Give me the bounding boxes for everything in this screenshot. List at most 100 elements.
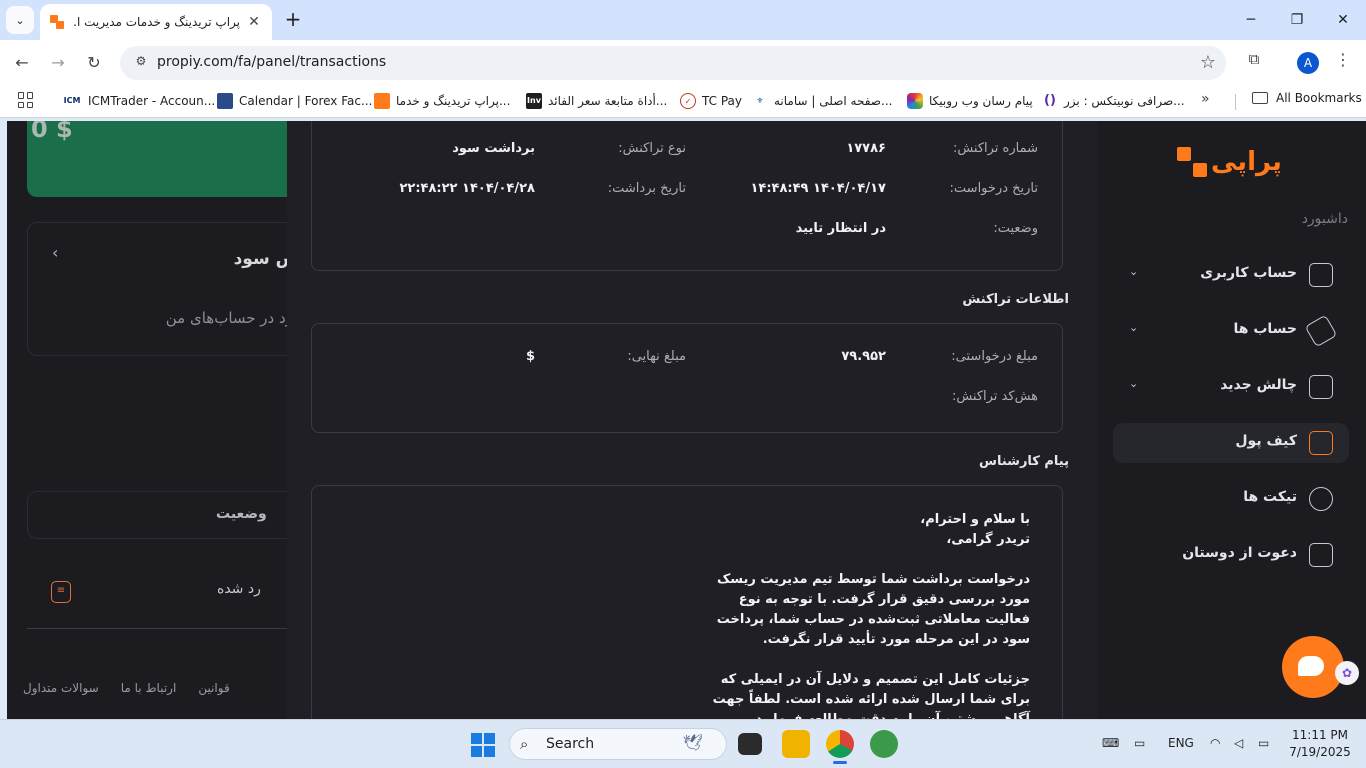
footer-link-faq[interactable]: سوالات متداول <box>23 681 99 695</box>
new-tab-button[interactable]: + <box>282 8 304 30</box>
receipt-icon <box>1309 543 1333 567</box>
chevron-down-icon[interactable]: ⌄ <box>1129 265 1138 278</box>
restore-button[interactable]: ❐ <box>1283 8 1311 32</box>
footer-link-contact[interactable]: ارتباط با ما <box>121 681 177 695</box>
windows-start-icon[interactable] <box>471 733 495 757</box>
url-text[interactable]: propiy.com/fa/panel/transactions <box>157 54 386 70</box>
footer-link-rules[interactable]: قوانین <box>198 681 229 695</box>
taskbar-search-box[interactable]: ⌕ Search 🕊 <box>509 728 727 760</box>
more-bookmarks-icon[interactable]: » <box>1201 91 1210 107</box>
browser-tab-strip: ⌄ پراپ تریدینگ و خدمات مدیریت ا... ✕ + ─… <box>0 0 1366 40</box>
display-icon[interactable]: ▭ <box>1134 736 1145 750</box>
bookmark-government-portal[interactable]: ⚜ صفحه اصلی | سامانه... <box>752 91 892 111</box>
extensions-icon[interactable]: ⧉ <box>1243 50 1265 74</box>
greeting-line-1: با سلام و احترام، <box>920 512 1030 527</box>
clock-date: 7/19/2025 <box>1289 745 1351 759</box>
bookmark-nobitex[interactable]: () صرافی نوبیتکس : بزر... <box>1042 91 1185 111</box>
wallet-icon <box>1309 431 1333 455</box>
volume-icon[interactable]: ◁ <box>1234 736 1243 750</box>
final-amount-value: $ <box>525 349 535 364</box>
transaction-details-modal: شماره تراکنش: ۱۷۷۸۶ نوع تراکنش: برداشت س… <box>287 121 1097 719</box>
site-info-icon[interactable]: ⚙ <box>132 54 150 72</box>
sidebar-item-label: تیکت ها <box>1243 489 1297 505</box>
back-button[interactable]: ← <box>9 50 35 76</box>
tab-close-icon[interactable]: ✕ <box>246 14 262 30</box>
grid-icon <box>1309 375 1333 399</box>
chat-support-bubble[interactable] <box>1282 636 1344 698</box>
sidebar-item-invite-friends[interactable]: دعوت از دوستان <box>1113 535 1349 575</box>
apps-grid-icon[interactable] <box>18 92 34 108</box>
propiy-icon <box>374 93 390 109</box>
browser-toolbar: ← → ↻ ⚙ propiy.com/fa/panel/transactions… <box>0 40 1366 86</box>
task-view-icon[interactable] <box>738 733 762 755</box>
bookmark-label: أداة متابعة سعر الفائد... <box>548 94 668 108</box>
bookmark-rubika[interactable]: پیام رسان وب روبیکا <box>907 91 1033 111</box>
sidebar-item-tickets[interactable]: تیکت ها <box>1113 479 1349 519</box>
bookmark-investing[interactable]: Inv أداة متابعة سعر الفائد... <box>526 91 667 111</box>
sidebar-item-user-account[interactable]: حساب کاربری ⌄ <box>1113 255 1349 295</box>
pencil-ruler-icon <box>1304 314 1338 348</box>
bookmark-forex-factory[interactable]: Calendar | Forex Fac... <box>217 91 372 111</box>
clock-time: 11:11 PM <box>1292 728 1348 742</box>
request-date-value: ۱۴۰۴/۰۴/۱۷ ۱۴:۴۸:۴۹ <box>750 181 886 196</box>
bookmark-label: پیام رسان وب روبیکا <box>929 94 1033 108</box>
sidebar-item-wallet[interactable]: کیف پول <box>1113 423 1349 463</box>
chevron-left-icon[interactable]: ‹ <box>52 243 58 262</box>
expert-message-text: با سلام و احترام، تریدر گرامی، درخواست ب… <box>690 510 1030 719</box>
metatrader-icon[interactable] <box>870 730 898 758</box>
close-window-button[interactable]: ✕ <box>1329 8 1357 32</box>
reload-button[interactable]: ↻ <box>81 50 107 76</box>
status-value: در انتظار تایید <box>795 221 886 236</box>
transaction-summary-box: شماره تراکنش: ۱۷۷۸۶ نوع تراکنش: برداشت س… <box>311 121 1063 271</box>
search-highlight-icon: 🕊 <box>682 733 704 752</box>
balance-amount: 0 $ <box>31 121 73 143</box>
transaction-type-value: برداشت سود <box>452 141 535 156</box>
bookmark-propiy[interactable]: پراپ تریدینگ و خدما... <box>374 91 510 111</box>
system-clock[interactable]: 11:11 PM 7/19/2025 <box>1288 727 1352 761</box>
keyboard-icon[interactable]: ⌨ <box>1102 736 1119 750</box>
chevron-down-icon[interactable]: ⌄ <box>1129 377 1138 390</box>
address-bar[interactable]: ⚙ propiy.com/fa/panel/transactions ☆ <box>120 46 1226 80</box>
sidebar-item-accounts[interactable]: حساب ها ⌄ <box>1113 311 1349 351</box>
user-card-icon <box>1309 263 1333 287</box>
chevron-down-icon[interactable]: ⌄ <box>1129 321 1138 334</box>
greeting-line-2: تریدر گرامی، <box>946 532 1030 547</box>
wifi-icon[interactable]: ◠ <box>1210 736 1220 750</box>
sidebar-item-new-challenge[interactable]: چالش جدید ⌄ <box>1113 367 1349 407</box>
browser-menu-icon[interactable]: ⋮ <box>1333 50 1353 76</box>
search-icon: ⌕ <box>520 735 529 753</box>
forexfactory-icon <box>217 93 233 109</box>
document-icon[interactable]: ≡ <box>51 581 71 603</box>
file-explorer-icon[interactable] <box>782 730 810 758</box>
requested-amount-label: مبلغ درخواستی: <box>951 349 1038 364</box>
page-content: 0 $ ‹ یش سود سود در حساب‌های من وضعیت ≡ … <box>7 121 1366 719</box>
bookmark-label: پراپ تریدینگ و خدما... <box>396 94 511 108</box>
transaction-info-box: مبلغ درخواستی: ۷۹.۹۵۲ مبلغ نهایی: $ هش‌ک… <box>311 323 1063 433</box>
requested-amount-value: ۷۹.۹۵۲ <box>841 349 886 364</box>
profit-card-subtitle: سود در حساب‌های من <box>165 309 306 327</box>
forward-button[interactable]: → <box>45 50 71 76</box>
message-paragraph-1: درخواست برداشت شما توسط تیم مدیریت ریسک … <box>716 572 1030 647</box>
row-status-text: رد شده <box>217 581 261 597</box>
minimize-button[interactable]: ─ <box>1237 8 1265 32</box>
profit-withdraw-card[interactable]: ‹ یش سود سود در حساب‌های من <box>27 222 306 356</box>
tab-title: پراپ تریدینگ و خدمات مدیریت ا... <box>74 15 240 29</box>
expert-message-title: پیام کارشناس <box>979 454 1069 469</box>
chrome-icon[interactable] <box>826 730 854 758</box>
table-row[interactable]: ≡ رد شده <box>27 561 297 629</box>
bookmarks-bar: ICM ICMTrader - Accoun... Calendar | For… <box>0 86 1366 118</box>
propiy-logo[interactable]: پراپی <box>1177 145 1282 179</box>
bookmark-tcpay[interactable]: ✓ TC Pay <box>680 91 742 111</box>
message-paragraph-2: جزئیات کامل این تصمیم و دلایل آن در ایمی… <box>712 672 1030 719</box>
emblem-icon: ⚜ <box>752 93 768 109</box>
bookmark-icmtrader[interactable]: ICM ICMTrader - Accoun... <box>62 91 215 111</box>
profile-avatar[interactable]: A <box>1297 52 1319 74</box>
bookmark-star-icon[interactable]: ☆ <box>1200 52 1216 73</box>
transactions-table-header: وضعیت <box>27 491 297 539</box>
language-indicator[interactable]: ENG <box>1168 736 1194 750</box>
battery-icon[interactable]: ▭ <box>1258 736 1269 750</box>
tab-search-button[interactable]: ⌄ <box>6 6 34 34</box>
ai-assistant-icon[interactable]: ✿ <box>1335 661 1359 685</box>
browser-tab-active[interactable]: پراپ تریدینگ و خدمات مدیریت ا... ✕ <box>40 4 272 40</box>
all-bookmarks-button[interactable]: All Bookmarks <box>1252 91 1362 105</box>
